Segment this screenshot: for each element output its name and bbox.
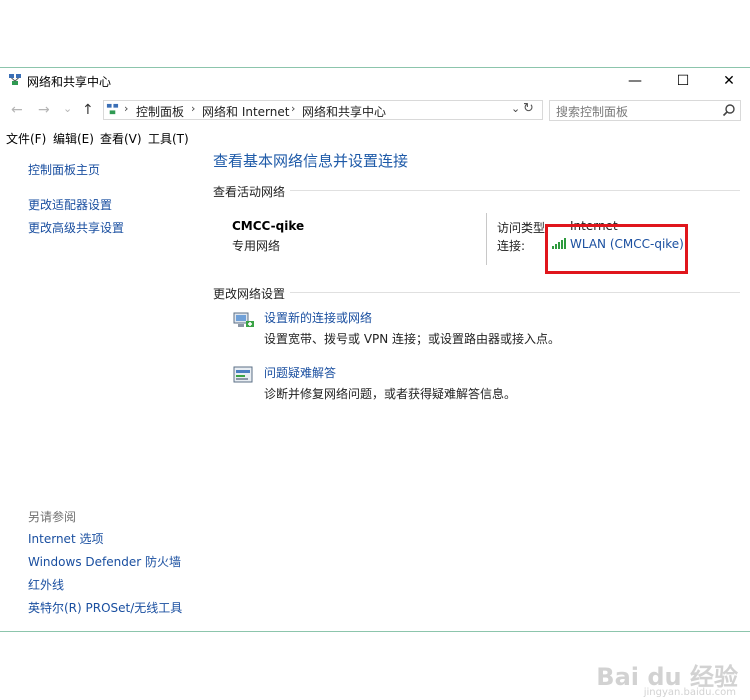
search-icon[interactable] [722,103,736,117]
breadcrumb-separator-icon: › [124,102,129,115]
control-panel-location-icon [106,103,119,115]
menu-edit[interactable]: 编辑(E) [53,130,94,147]
window-top-border [0,67,750,68]
active-networks-label: 查看活动网络 [213,185,286,199]
see-also-label: 另请参阅 [28,510,77,524]
breadcrumb-control-panel[interactable]: 控制面板 [136,103,184,120]
window-bottom-border [0,631,750,632]
network-info-divider [486,213,487,265]
breadcrumb-separator-icon: › [291,102,296,115]
see-also-intel-proset-wireless[interactable]: 英特尔(R) PROSet/无线工具 [28,599,182,616]
menu-file[interactable]: 文件(F) [6,130,46,147]
troubleshoot-problems-description: 诊断并修复网络问题，或者获得疑难解答信息。 [264,387,517,401]
maximize-button[interactable]: ☐ [660,69,706,93]
menu-view[interactable]: 查看(V) [100,130,142,147]
see-also-windows-defender-firewall[interactable]: Windows Defender 防火墙 [28,553,181,570]
breadcrumb-separator-icon: › [191,102,196,115]
network-type: 专用网络 [232,239,281,253]
setup-new-connection-description: 设置宽带、拨号或 VPN 连接；或设置路由器或接入点。 [264,332,561,346]
page-title: 查看基本网络信息并设置连接 [213,152,409,170]
address-dropdown-chevron-icon[interactable]: ⌄ [511,102,520,115]
connections-label: 连接: [497,239,526,253]
section-divider [290,292,740,293]
window-title: 网络和共享中心 [27,75,112,89]
troubleshoot-icon [233,366,253,383]
see-also-internet-options[interactable]: Internet 选项 [28,530,103,547]
sidebar-link-change-advanced-sharing[interactable]: 更改高级共享设置 [28,219,124,236]
change-network-settings-label: 更改网络设置 [213,287,286,301]
menu-tools[interactable]: 工具(T) [148,130,189,147]
close-button[interactable]: ✕ [706,69,750,93]
highlight-box [545,224,688,274]
network-center-icon [9,74,21,85]
forward-arrow-icon[interactable]: → [38,102,50,118]
sidebar-link-control-panel-home[interactable]: 控制面板主页 [28,161,100,178]
access-type-label: 访问类型: [497,221,550,235]
search-placeholder: 搜索控制面板 [556,105,629,119]
new-connection-icon [233,312,254,327]
breadcrumb-network-internet[interactable]: 网络和 Internet [202,103,289,120]
troubleshoot-problems-link[interactable]: 问题疑难解答 [264,364,336,381]
up-arrow-icon[interactable]: ↑ [82,102,94,118]
refresh-icon[interactable]: ↻ [523,101,534,116]
minimize-button[interactable]: — [612,69,658,93]
section-divider [290,190,740,191]
sidebar-link-change-adapter-settings[interactable]: 更改适配器设置 [28,196,112,213]
baidu-watermark-url: jingyan.baidu.com [643,687,736,698]
breadcrumb-network-sharing-center[interactable]: 网络和共享中心 [302,103,386,120]
recent-locations-chevron-icon[interactable]: ⌄ [63,102,72,115]
see-also-infrared[interactable]: 红外线 [28,576,64,593]
back-arrow-icon[interactable]: ← [11,102,23,118]
setup-new-connection-link[interactable]: 设置新的连接或网络 [264,309,372,326]
network-name: CMCC-qike [232,219,305,233]
